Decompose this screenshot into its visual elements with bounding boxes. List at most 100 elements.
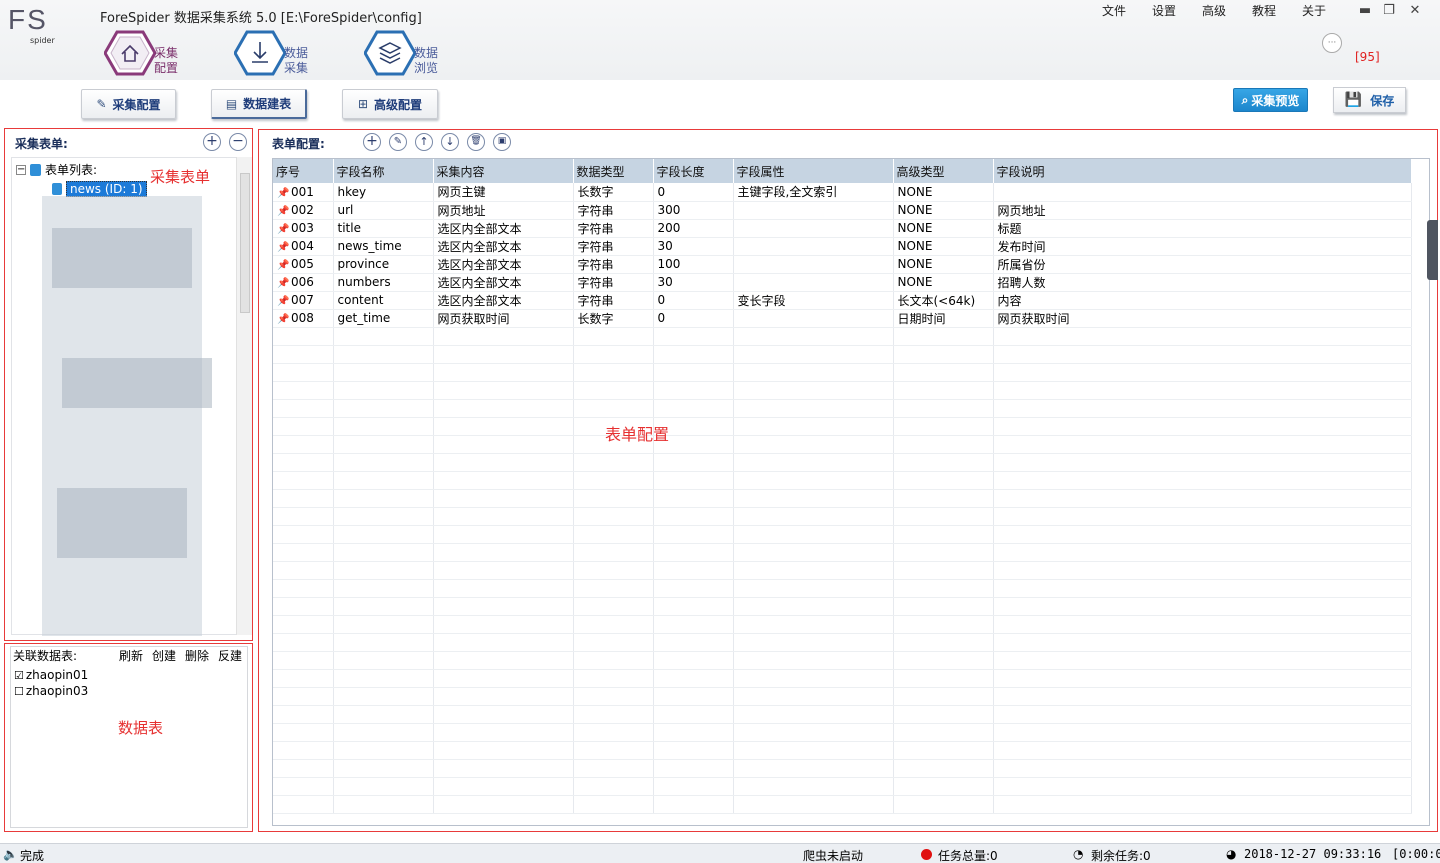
grid-cell[interactable] — [653, 561, 734, 580]
grid-cell[interactable] — [893, 615, 994, 634]
grid-cell[interactable] — [333, 543, 434, 562]
grid-cell[interactable] — [433, 453, 574, 472]
grid-cell[interactable]: numbers — [333, 273, 434, 292]
grid-cell[interactable] — [893, 471, 994, 490]
grid-cell[interactable] — [993, 579, 1412, 598]
empty-row[interactable] — [273, 417, 1412, 436]
column-header[interactable]: 序号 — [273, 159, 334, 183]
grid-cell[interactable]: 选区内全部文本 — [433, 255, 574, 274]
empty-row[interactable] — [273, 579, 1412, 598]
save-field-icon[interactable]: ▣ — [493, 133, 511, 151]
grid-cell[interactable] — [333, 777, 434, 796]
grid-cell[interactable] — [733, 471, 894, 490]
grid-cell[interactable] — [893, 597, 994, 616]
empty-row[interactable] — [273, 471, 1412, 490]
grid-cell[interactable] — [733, 309, 894, 328]
grid-cell[interactable] — [893, 489, 994, 508]
row-id-cell[interactable]: 📌 008 — [273, 309, 334, 328]
grid-cell[interactable] — [733, 723, 894, 742]
grid-cell[interactable] — [653, 471, 734, 490]
reverse-build-link[interactable]: 反建 — [218, 647, 242, 664]
minimize-icon[interactable]: ▬ — [1354, 2, 1376, 20]
grid-cell[interactable] — [433, 795, 574, 814]
grid-cell[interactable] — [333, 399, 434, 418]
menu-advanced[interactable]: 高级 — [1202, 2, 1226, 19]
grid-cell[interactable]: 30 — [653, 273, 734, 292]
grid-cell[interactable]: 日期时间 — [893, 309, 994, 328]
grid-cell[interactable]: NONE — [893, 273, 994, 292]
grid-cell[interactable]: 招聘人数 — [993, 273, 1412, 292]
grid-cell[interactable]: 网页地址 — [993, 201, 1412, 220]
grid-cell[interactable] — [573, 363, 654, 382]
data-table-button[interactable]: ▤ 数据建表 — [211, 89, 307, 119]
grid-cell[interactable] — [653, 597, 734, 616]
grid-cell[interactable] — [733, 255, 894, 274]
grid-cell[interactable] — [733, 489, 894, 508]
add-field-icon[interactable]: + — [363, 133, 381, 151]
grid-cell[interactable] — [733, 435, 894, 454]
grid-cell[interactable] — [333, 597, 434, 616]
table-row[interactable]: 📌 006 numbers 选区内全部文本 字符串 30 NONE 招聘人数 — [273, 273, 1412, 292]
grid-cell[interactable] — [433, 741, 574, 760]
grid-cell[interactable] — [273, 435, 334, 454]
empty-row[interactable] — [273, 615, 1412, 634]
grid-cell[interactable] — [273, 579, 334, 598]
collapse-icon[interactable]: − — [16, 164, 26, 175]
move-up-icon[interactable]: ↑ — [415, 133, 433, 151]
grid-cell[interactable] — [733, 579, 894, 598]
grid-cell[interactable]: 选区内全部文本 — [433, 273, 574, 292]
grid-cell[interactable] — [733, 633, 894, 652]
grid-cell[interactable] — [573, 399, 654, 418]
checkbox-checked[interactable]: ☑ — [14, 669, 24, 682]
grid-cell[interactable] — [433, 651, 574, 670]
grid-cell[interactable] — [733, 219, 894, 238]
remove-form-icon[interactable]: − — [229, 133, 247, 151]
empty-row[interactable] — [273, 381, 1412, 400]
grid-cell[interactable]: 0 — [653, 291, 734, 310]
grid-cell[interactable] — [993, 327, 1412, 346]
grid-cell[interactable] — [993, 471, 1412, 490]
grid-cell[interactable] — [893, 579, 994, 598]
grid-cell[interactable] — [573, 489, 654, 508]
empty-row[interactable] — [273, 777, 1412, 796]
grid-cell[interactable] — [433, 327, 574, 346]
grid-cell[interactable] — [433, 579, 574, 598]
grid-cell[interactable]: 字符串 — [573, 201, 654, 220]
grid-cell[interactable] — [333, 489, 434, 508]
grid-cell[interactable] — [573, 705, 654, 724]
row-id-cell[interactable]: 📌 003 — [273, 219, 334, 238]
column-header[interactable]: 采集内容 — [433, 159, 574, 183]
grid-cell[interactable] — [993, 489, 1412, 508]
preview-button[interactable]: ⌕ 采集预览 — [1233, 88, 1308, 112]
grid-cell[interactable] — [733, 363, 894, 382]
empty-row[interactable] — [273, 705, 1412, 724]
table-row[interactable]: 📌 008 get_time 网页获取时间 长数字 0 日期时间 网页获取时间 — [273, 309, 1412, 328]
grid-cell[interactable] — [893, 417, 994, 436]
grid-cell[interactable] — [433, 381, 574, 400]
grid-cell[interactable] — [993, 669, 1412, 688]
grid-cell[interactable] — [893, 669, 994, 688]
delete-link[interactable]: 删除 — [185, 647, 209, 664]
grid-cell[interactable]: url — [333, 201, 434, 220]
grid-cell[interactable]: 网页地址 — [433, 201, 574, 220]
form-tree[interactable]: − 表单列表: news (ID: 1) — [11, 157, 237, 636]
grid-cell[interactable] — [993, 525, 1412, 544]
grid-cell[interactable] — [993, 651, 1412, 670]
table-row[interactable]: 📌 004 news_time 选区内全部文本 字符串 30 NONE 发布时间 — [273, 237, 1412, 256]
grid-cell[interactable] — [433, 399, 574, 418]
grid-cell[interactable] — [893, 543, 994, 562]
grid-cell[interactable] — [333, 327, 434, 346]
grid-cell[interactable] — [433, 363, 574, 382]
grid-cell[interactable] — [573, 345, 654, 364]
grid-cell[interactable] — [333, 471, 434, 490]
grid-cell[interactable] — [993, 795, 1412, 814]
row-id-cell[interactable]: 📌 002 — [273, 201, 334, 220]
grid-cell[interactable] — [993, 363, 1412, 382]
grid-cell[interactable] — [273, 651, 334, 670]
grid-cell[interactable] — [433, 345, 574, 364]
related-table-item[interactable]: ☐ zhaopin03 — [14, 684, 88, 698]
grid-cell[interactable] — [333, 795, 434, 814]
grid-cell[interactable]: 0 — [653, 309, 734, 328]
grid-cell[interactable]: 选区内全部文本 — [433, 219, 574, 238]
grid-cell[interactable] — [993, 597, 1412, 616]
